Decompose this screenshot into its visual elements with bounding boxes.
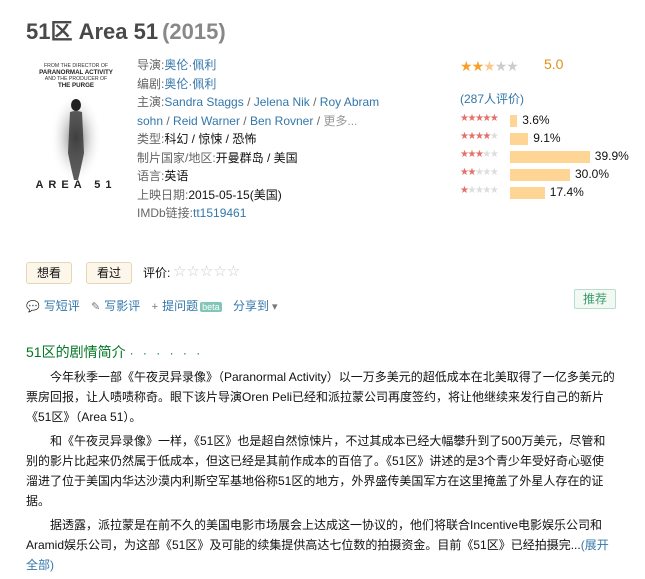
- cast-link-3[interactable]: sohn: [137, 114, 163, 128]
- movie-year: (2015): [162, 19, 226, 44]
- rating-star-4: ★: [494, 58, 508, 74]
- release-row: 上映日期:2015-05-15(美国): [137, 186, 387, 205]
- cast-link-2[interactable]: Roy Abram: [320, 95, 379, 109]
- rating-histogram: ★★★★★ 3.6% ★★★★★ 9.1% ★★★★★ 39.9% ★★★★★ 30.0% ★★…: [460, 112, 640, 202]
- rating-stars: ★★★★★: [460, 58, 519, 75]
- chevron-down-icon[interactable]: ▾: [272, 301, 278, 313]
- ask-question-link[interactable]: 提问题: [162, 299, 198, 313]
- cast-link-1[interactable]: Jelena Nik: [254, 95, 310, 109]
- country-label: 制片国家/地区:: [137, 150, 216, 165]
- release-label: 上映日期:: [137, 187, 189, 202]
- writer-row: 编剧:奥伦·佩利: [137, 75, 387, 94]
- histogram-bar: [510, 151, 590, 163]
- histogram-percent: 30.0%: [575, 167, 610, 181]
- imdb-row: IMDb链接:tt1519461: [137, 204, 387, 223]
- histogram-stars: ★★★★★: [460, 149, 499, 160]
- histogram-row-2-star: ★★★★★ 30.0%: [460, 166, 640, 184]
- synopsis-paragraph-2: 和《午夜灵异录像》一样，《51区》也是超自然惊悚片，不过其成本已经大幅攀升到了5…: [26, 434, 606, 508]
- poster-figure-head: [71, 99, 81, 111]
- histogram-row-1-star: ★★★★★ 17.4%: [460, 184, 640, 202]
- country-value: 开曼群岛 / 美国: [215, 150, 298, 165]
- want-to-watch-button[interactable]: 想看: [26, 262, 72, 284]
- plus-icon: +: [151, 301, 159, 313]
- pencil-icon: ✎: [91, 301, 101, 313]
- action-links: 💬 写短评 ✎ 写影评 + 提问题 beta 分享到 ▾: [26, 297, 290, 314]
- poster-title: AREA 51: [35, 179, 116, 191]
- cast-row-cont: sohn / Reid Warner / Ben Rovner / 更多...: [137, 112, 387, 131]
- rating-star-5: ★: [506, 58, 519, 74]
- synopsis: 今年秋季一部《午夜灵异录像》（Paranormal Activity）以一万多美…: [26, 367, 616, 579]
- write-review-link[interactable]: 写影评: [104, 299, 140, 313]
- histogram-bar: [510, 169, 570, 181]
- director-label: 导演:: [137, 58, 165, 72]
- cast-separator: /: [313, 113, 324, 128]
- rating-score: 5.0: [544, 56, 564, 72]
- synopsis-paragraph-3-text: 据透露，派拉蒙是在前不久的美国电影市场展会上达成这一协议的，他们将联合Incen…: [26, 518, 603, 552]
- synopsis-heading: 51区的剧情简介 · · · · · ·: [26, 342, 203, 362]
- rate-label: 评价:: [143, 266, 171, 280]
- cast-more-link[interactable]: 更多...: [323, 114, 357, 128]
- cast-link-4[interactable]: Reid Warner: [173, 114, 240, 128]
- rate-stars-input[interactable]: ☆☆☆☆☆: [173, 262, 240, 280]
- genre-label: 类型:: [137, 132, 165, 146]
- recommend-button[interactable]: 推荐: [574, 289, 616, 309]
- histogram-row-4-star: ★★★★★ 9.1%: [460, 130, 640, 148]
- synopsis-heading-text: 51区的剧情简介: [26, 344, 126, 360]
- cast-separator: /: [309, 95, 320, 109]
- director-row: 导演:奥伦·佩利: [137, 56, 387, 75]
- watched-button[interactable]: 看过: [86, 262, 132, 284]
- histogram-percent: 9.1%: [533, 131, 561, 145]
- rating-star-3: ★: [483, 58, 496, 74]
- release-value: 2015-05-15(美国): [188, 187, 282, 202]
- histogram-percent: 17.4%: [549, 185, 584, 199]
- cast-label: 主演:: [137, 95, 165, 109]
- cast-separator: /: [163, 113, 174, 128]
- histogram-bar: [510, 187, 545, 199]
- rating-count-link[interactable]: (287人评价): [460, 90, 524, 107]
- histogram-bar: [510, 133, 529, 145]
- cast-separator: /: [243, 95, 254, 109]
- rating-star-1: ★: [460, 58, 473, 74]
- poster-tagline-4: THE PURGE: [58, 82, 94, 89]
- histogram-percent: 3.6%: [522, 113, 550, 127]
- histogram-percent: 39.9%: [594, 149, 629, 163]
- comment-icon: 💬: [26, 301, 40, 313]
- language-label: 语言:: [137, 169, 165, 183]
- histogram-stars: ★★★★★: [460, 113, 499, 124]
- cast-link-5[interactable]: Ben Rovner: [250, 114, 313, 128]
- director-link[interactable]: 奥伦·佩利: [164, 58, 216, 72]
- poster-image: FROM THE DIRECTOR OF PARANORMAL ACTIVITY…: [26, 58, 126, 208]
- movie-title: 51区 Area 51: [26, 19, 159, 44]
- synopsis-paragraph-3: 据透露，派拉蒙是在前不久的美国电影市场展会上达成这一协议的，他们将联合Incen…: [26, 515, 616, 575]
- histogram-bar: [510, 115, 518, 127]
- cast-link-0[interactable]: Sandra Staggs: [164, 95, 243, 109]
- movie-info: 导演:奥伦·佩利 编剧:奥伦·佩利 主演:Sandra Staggs / Jel…: [137, 56, 387, 223]
- synopsis-heading-dots: · · · · · ·: [129, 346, 204, 360]
- imdb-link[interactable]: tt1519461: [193, 206, 246, 220]
- cast-row: 主演:Sandra Staggs / Jelena Nik / Roy Abra…: [137, 93, 387, 112]
- write-short-review-link[interactable]: 写短评: [44, 299, 80, 313]
- language-value: 英语: [164, 169, 189, 183]
- share-to-link[interactable]: 分享到: [233, 299, 269, 313]
- page-title: 51区 Area 51 (2015): [26, 14, 226, 46]
- histogram-stars: ★★★★★: [460, 185, 499, 196]
- language-row: 语言:英语: [137, 167, 387, 186]
- histogram-stars: ★★★★★: [460, 167, 499, 178]
- histogram-stars: ★★★★★: [460, 131, 499, 142]
- writer-label: 编剧:: [137, 76, 165, 91]
- histogram-row-5-star: ★★★★★ 3.6%: [460, 112, 640, 130]
- synopsis-paragraph-1: 今年秋季一部《午夜灵异录像》（Paranormal Activity）以一万多美…: [26, 370, 615, 424]
- genre-row: 类型:科幻 / 惊悚 / 恐怖: [137, 130, 387, 149]
- country-row: 制片国家/地区:开曼群岛 / 美国: [137, 149, 387, 168]
- imdb-label: IMDb链接:: [137, 206, 194, 220]
- poster-tagline-2: PARANORMAL ACTIVITY: [39, 69, 114, 76]
- beta-badge: beta: [200, 302, 222, 312]
- histogram-row-3-star: ★★★★★ 39.9%: [460, 148, 640, 166]
- writer-link[interactable]: 奥伦·佩利: [164, 77, 216, 91]
- poster[interactable]: FROM THE DIRECTOR OF PARANORMAL ACTIVITY…: [26, 58, 126, 208]
- rating-star-2: ★: [471, 58, 485, 74]
- cast-separator: /: [239, 113, 250, 128]
- genre-value: 科幻 / 惊悚 / 恐怖: [164, 132, 257, 146]
